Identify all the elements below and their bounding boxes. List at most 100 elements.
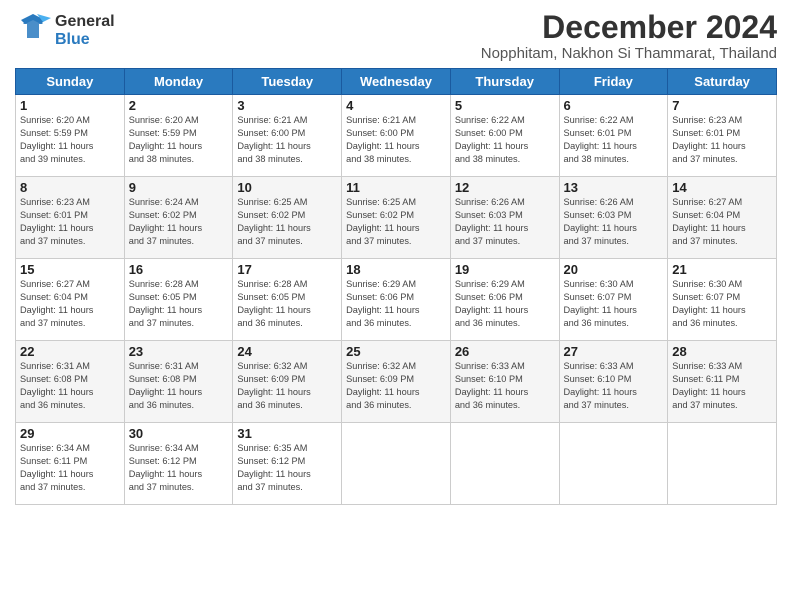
day-info: Sunrise: 6:23 AMSunset: 6:01 PMDaylight:… [672, 114, 772, 166]
table-row: 8Sunrise: 6:23 AMSunset: 6:01 PMDaylight… [16, 177, 125, 259]
day-number: 24 [237, 344, 337, 359]
day-info: Sunrise: 6:22 AMSunset: 6:01 PMDaylight:… [564, 114, 664, 166]
day-info: Sunrise: 6:30 AMSunset: 6:07 PMDaylight:… [564, 278, 664, 330]
table-row: 19Sunrise: 6:29 AMSunset: 6:06 PMDayligh… [450, 259, 559, 341]
day-number: 31 [237, 426, 337, 441]
col-tuesday: Tuesday [233, 69, 342, 95]
table-row: 24Sunrise: 6:32 AMSunset: 6:09 PMDayligh… [233, 341, 342, 423]
day-info: Sunrise: 6:20 AMSunset: 5:59 PMDaylight:… [20, 114, 120, 166]
day-info: Sunrise: 6:20 AMSunset: 5:59 PMDaylight:… [129, 114, 229, 166]
logo-general: General [55, 13, 115, 31]
day-number: 18 [346, 262, 446, 277]
calendar-week-row: 22Sunrise: 6:31 AMSunset: 6:08 PMDayligh… [16, 341, 777, 423]
day-info: Sunrise: 6:25 AMSunset: 6:02 PMDaylight:… [237, 196, 337, 248]
table-row: 26Sunrise: 6:33 AMSunset: 6:10 PMDayligh… [450, 341, 559, 423]
day-info: Sunrise: 6:33 AMSunset: 6:11 PMDaylight:… [672, 360, 772, 412]
table-row: 3Sunrise: 6:21 AMSunset: 6:00 PMDaylight… [233, 95, 342, 177]
col-friday: Friday [559, 69, 668, 95]
calendar-header-row: Sunday Monday Tuesday Wednesday Thursday… [16, 69, 777, 95]
day-number: 19 [455, 262, 555, 277]
table-row: 6Sunrise: 6:22 AMSunset: 6:01 PMDaylight… [559, 95, 668, 177]
day-info: Sunrise: 6:22 AMSunset: 6:00 PMDaylight:… [455, 114, 555, 166]
table-row: 23Sunrise: 6:31 AMSunset: 6:08 PMDayligh… [124, 341, 233, 423]
day-number: 15 [20, 262, 120, 277]
table-row: 15Sunrise: 6:27 AMSunset: 6:04 PMDayligh… [16, 259, 125, 341]
day-number: 10 [237, 180, 337, 195]
day-number: 27 [564, 344, 664, 359]
table-row: 5Sunrise: 6:22 AMSunset: 6:00 PMDaylight… [450, 95, 559, 177]
location: Nopphitam, Nakhon Si Thammarat, Thailand [481, 45, 777, 62]
table-row: 7Sunrise: 6:23 AMSunset: 6:01 PMDaylight… [668, 95, 777, 177]
day-info: Sunrise: 6:26 AMSunset: 6:03 PMDaylight:… [455, 196, 555, 248]
day-number: 29 [20, 426, 120, 441]
day-info: Sunrise: 6:31 AMSunset: 6:08 PMDaylight:… [20, 360, 120, 412]
table-row: 18Sunrise: 6:29 AMSunset: 6:06 PMDayligh… [342, 259, 451, 341]
day-info: Sunrise: 6:29 AMSunset: 6:06 PMDaylight:… [455, 278, 555, 330]
day-info: Sunrise: 6:23 AMSunset: 6:01 PMDaylight:… [20, 196, 120, 248]
day-number: 14 [672, 180, 772, 195]
day-number: 13 [564, 180, 664, 195]
table-row [450, 423, 559, 505]
table-row: 4Sunrise: 6:21 AMSunset: 6:00 PMDaylight… [342, 95, 451, 177]
table-row: 10Sunrise: 6:25 AMSunset: 6:02 PMDayligh… [233, 177, 342, 259]
table-row: 25Sunrise: 6:32 AMSunset: 6:09 PMDayligh… [342, 341, 451, 423]
day-info: Sunrise: 6:35 AMSunset: 6:12 PMDaylight:… [237, 442, 337, 494]
day-number: 20 [564, 262, 664, 277]
day-number: 22 [20, 344, 120, 359]
table-row [559, 423, 668, 505]
day-number: 7 [672, 98, 772, 113]
day-info: Sunrise: 6:32 AMSunset: 6:09 PMDaylight:… [346, 360, 446, 412]
table-row: 1Sunrise: 6:20 AMSunset: 5:59 PMDaylight… [16, 95, 125, 177]
table-row: 21Sunrise: 6:30 AMSunset: 6:07 PMDayligh… [668, 259, 777, 341]
day-number: 21 [672, 262, 772, 277]
calendar-week-row: 29Sunrise: 6:34 AMSunset: 6:11 PMDayligh… [16, 423, 777, 505]
table-row: 29Sunrise: 6:34 AMSunset: 6:11 PMDayligh… [16, 423, 125, 505]
table-row: 28Sunrise: 6:33 AMSunset: 6:11 PMDayligh… [668, 341, 777, 423]
day-number: 3 [237, 98, 337, 113]
day-number: 16 [129, 262, 229, 277]
day-number: 25 [346, 344, 446, 359]
table-row: 14Sunrise: 6:27 AMSunset: 6:04 PMDayligh… [668, 177, 777, 259]
day-number: 17 [237, 262, 337, 277]
day-info: Sunrise: 6:26 AMSunset: 6:03 PMDaylight:… [564, 196, 664, 248]
table-row: 2Sunrise: 6:20 AMSunset: 5:59 PMDaylight… [124, 95, 233, 177]
table-row: 16Sunrise: 6:28 AMSunset: 6:05 PMDayligh… [124, 259, 233, 341]
day-number: 28 [672, 344, 772, 359]
logo-bird-icon [15, 10, 51, 51]
calendar: Sunday Monday Tuesday Wednesday Thursday… [15, 68, 777, 505]
logo-text: General Blue [55, 13, 115, 49]
day-info: Sunrise: 6:24 AMSunset: 6:02 PMDaylight:… [129, 196, 229, 248]
day-number: 2 [129, 98, 229, 113]
day-info: Sunrise: 6:32 AMSunset: 6:09 PMDaylight:… [237, 360, 337, 412]
day-info: Sunrise: 6:33 AMSunset: 6:10 PMDaylight:… [455, 360, 555, 412]
day-info: Sunrise: 6:28 AMSunset: 6:05 PMDaylight:… [237, 278, 337, 330]
day-info: Sunrise: 6:27 AMSunset: 6:04 PMDaylight:… [20, 278, 120, 330]
logo-blue: Blue [55, 31, 115, 49]
calendar-week-row: 1Sunrise: 6:20 AMSunset: 5:59 PMDaylight… [16, 95, 777, 177]
day-number: 5 [455, 98, 555, 113]
logo: General Blue [15, 10, 115, 51]
day-number: 23 [129, 344, 229, 359]
day-info: Sunrise: 6:21 AMSunset: 6:00 PMDaylight:… [346, 114, 446, 166]
day-number: 6 [564, 98, 664, 113]
day-number: 11 [346, 180, 446, 195]
col-sunday: Sunday [16, 69, 125, 95]
day-info: Sunrise: 6:31 AMSunset: 6:08 PMDaylight:… [129, 360, 229, 412]
day-number: 1 [20, 98, 120, 113]
month-year: December 2024 [481, 10, 777, 45]
table-row: 9Sunrise: 6:24 AMSunset: 6:02 PMDaylight… [124, 177, 233, 259]
table-row: 31Sunrise: 6:35 AMSunset: 6:12 PMDayligh… [233, 423, 342, 505]
calendar-week-row: 15Sunrise: 6:27 AMSunset: 6:04 PMDayligh… [16, 259, 777, 341]
table-row: 17Sunrise: 6:28 AMSunset: 6:05 PMDayligh… [233, 259, 342, 341]
day-number: 12 [455, 180, 555, 195]
day-number: 26 [455, 344, 555, 359]
table-row [342, 423, 451, 505]
day-info: Sunrise: 6:25 AMSunset: 6:02 PMDaylight:… [346, 196, 446, 248]
day-number: 8 [20, 180, 120, 195]
table-row: 13Sunrise: 6:26 AMSunset: 6:03 PMDayligh… [559, 177, 668, 259]
day-info: Sunrise: 6:29 AMSunset: 6:06 PMDaylight:… [346, 278, 446, 330]
col-wednesday: Wednesday [342, 69, 451, 95]
table-row: 22Sunrise: 6:31 AMSunset: 6:08 PMDayligh… [16, 341, 125, 423]
day-info: Sunrise: 6:33 AMSunset: 6:10 PMDaylight:… [564, 360, 664, 412]
day-number: 9 [129, 180, 229, 195]
